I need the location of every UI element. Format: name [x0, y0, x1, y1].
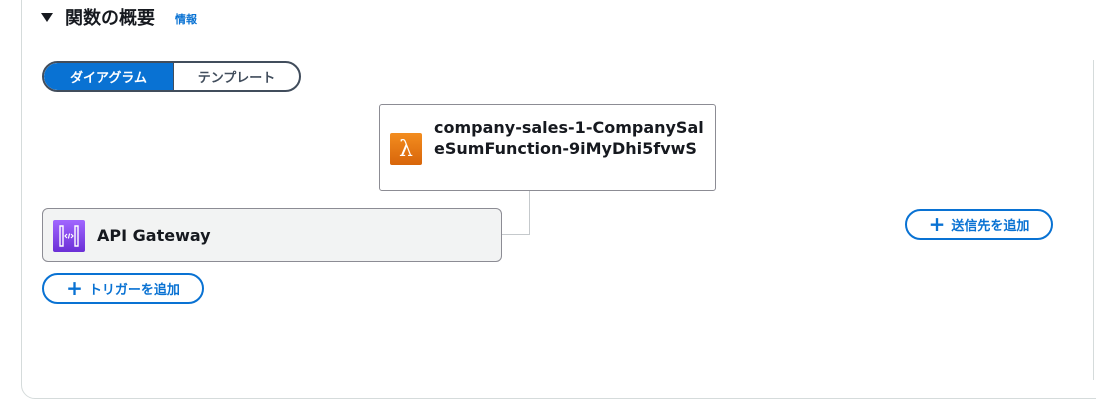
caret-down-icon[interactable] [41, 12, 53, 22]
api-gateway-icon [53, 220, 85, 252]
add-destination-label: 送信先を追加 [951, 219, 1030, 234]
trigger-label: API Gateway [97, 226, 211, 245]
add-trigger-label: トリガーを追加 [88, 283, 180, 298]
add-trigger-button[interactable]: + トリガーを追加 [42, 273, 204, 304]
section-title: 関数の概要 [65, 8, 155, 29]
panel-divider [1093, 60, 1094, 380]
section-header[interactable]: 関数の概要 情報 [41, 4, 197, 30]
diagram-tab[interactable]: ダイアグラム [44, 63, 173, 90]
template-tab[interactable]: テンプレート [173, 63, 299, 90]
trigger-node-api-gateway[interactable]: API Gateway [42, 208, 502, 262]
function-node: λ company-sales-1-CompanySaleSumFunction… [379, 104, 716, 191]
add-destination-button[interactable]: + 送信先を追加 [905, 209, 1053, 240]
view-toggle: ダイアグラム テンプレート [42, 61, 301, 92]
function-name: company-sales-1-CompanySaleSumFunction-9… [434, 118, 704, 158]
function-overview-panel [21, 0, 1096, 399]
lambda-icon: λ [390, 133, 422, 165]
plus-icon: + [928, 211, 946, 236]
connector-line [502, 234, 530, 235]
plus-icon: + [66, 275, 83, 300]
connector-line [529, 191, 530, 235]
info-link[interactable]: 情報 [175, 11, 197, 27]
